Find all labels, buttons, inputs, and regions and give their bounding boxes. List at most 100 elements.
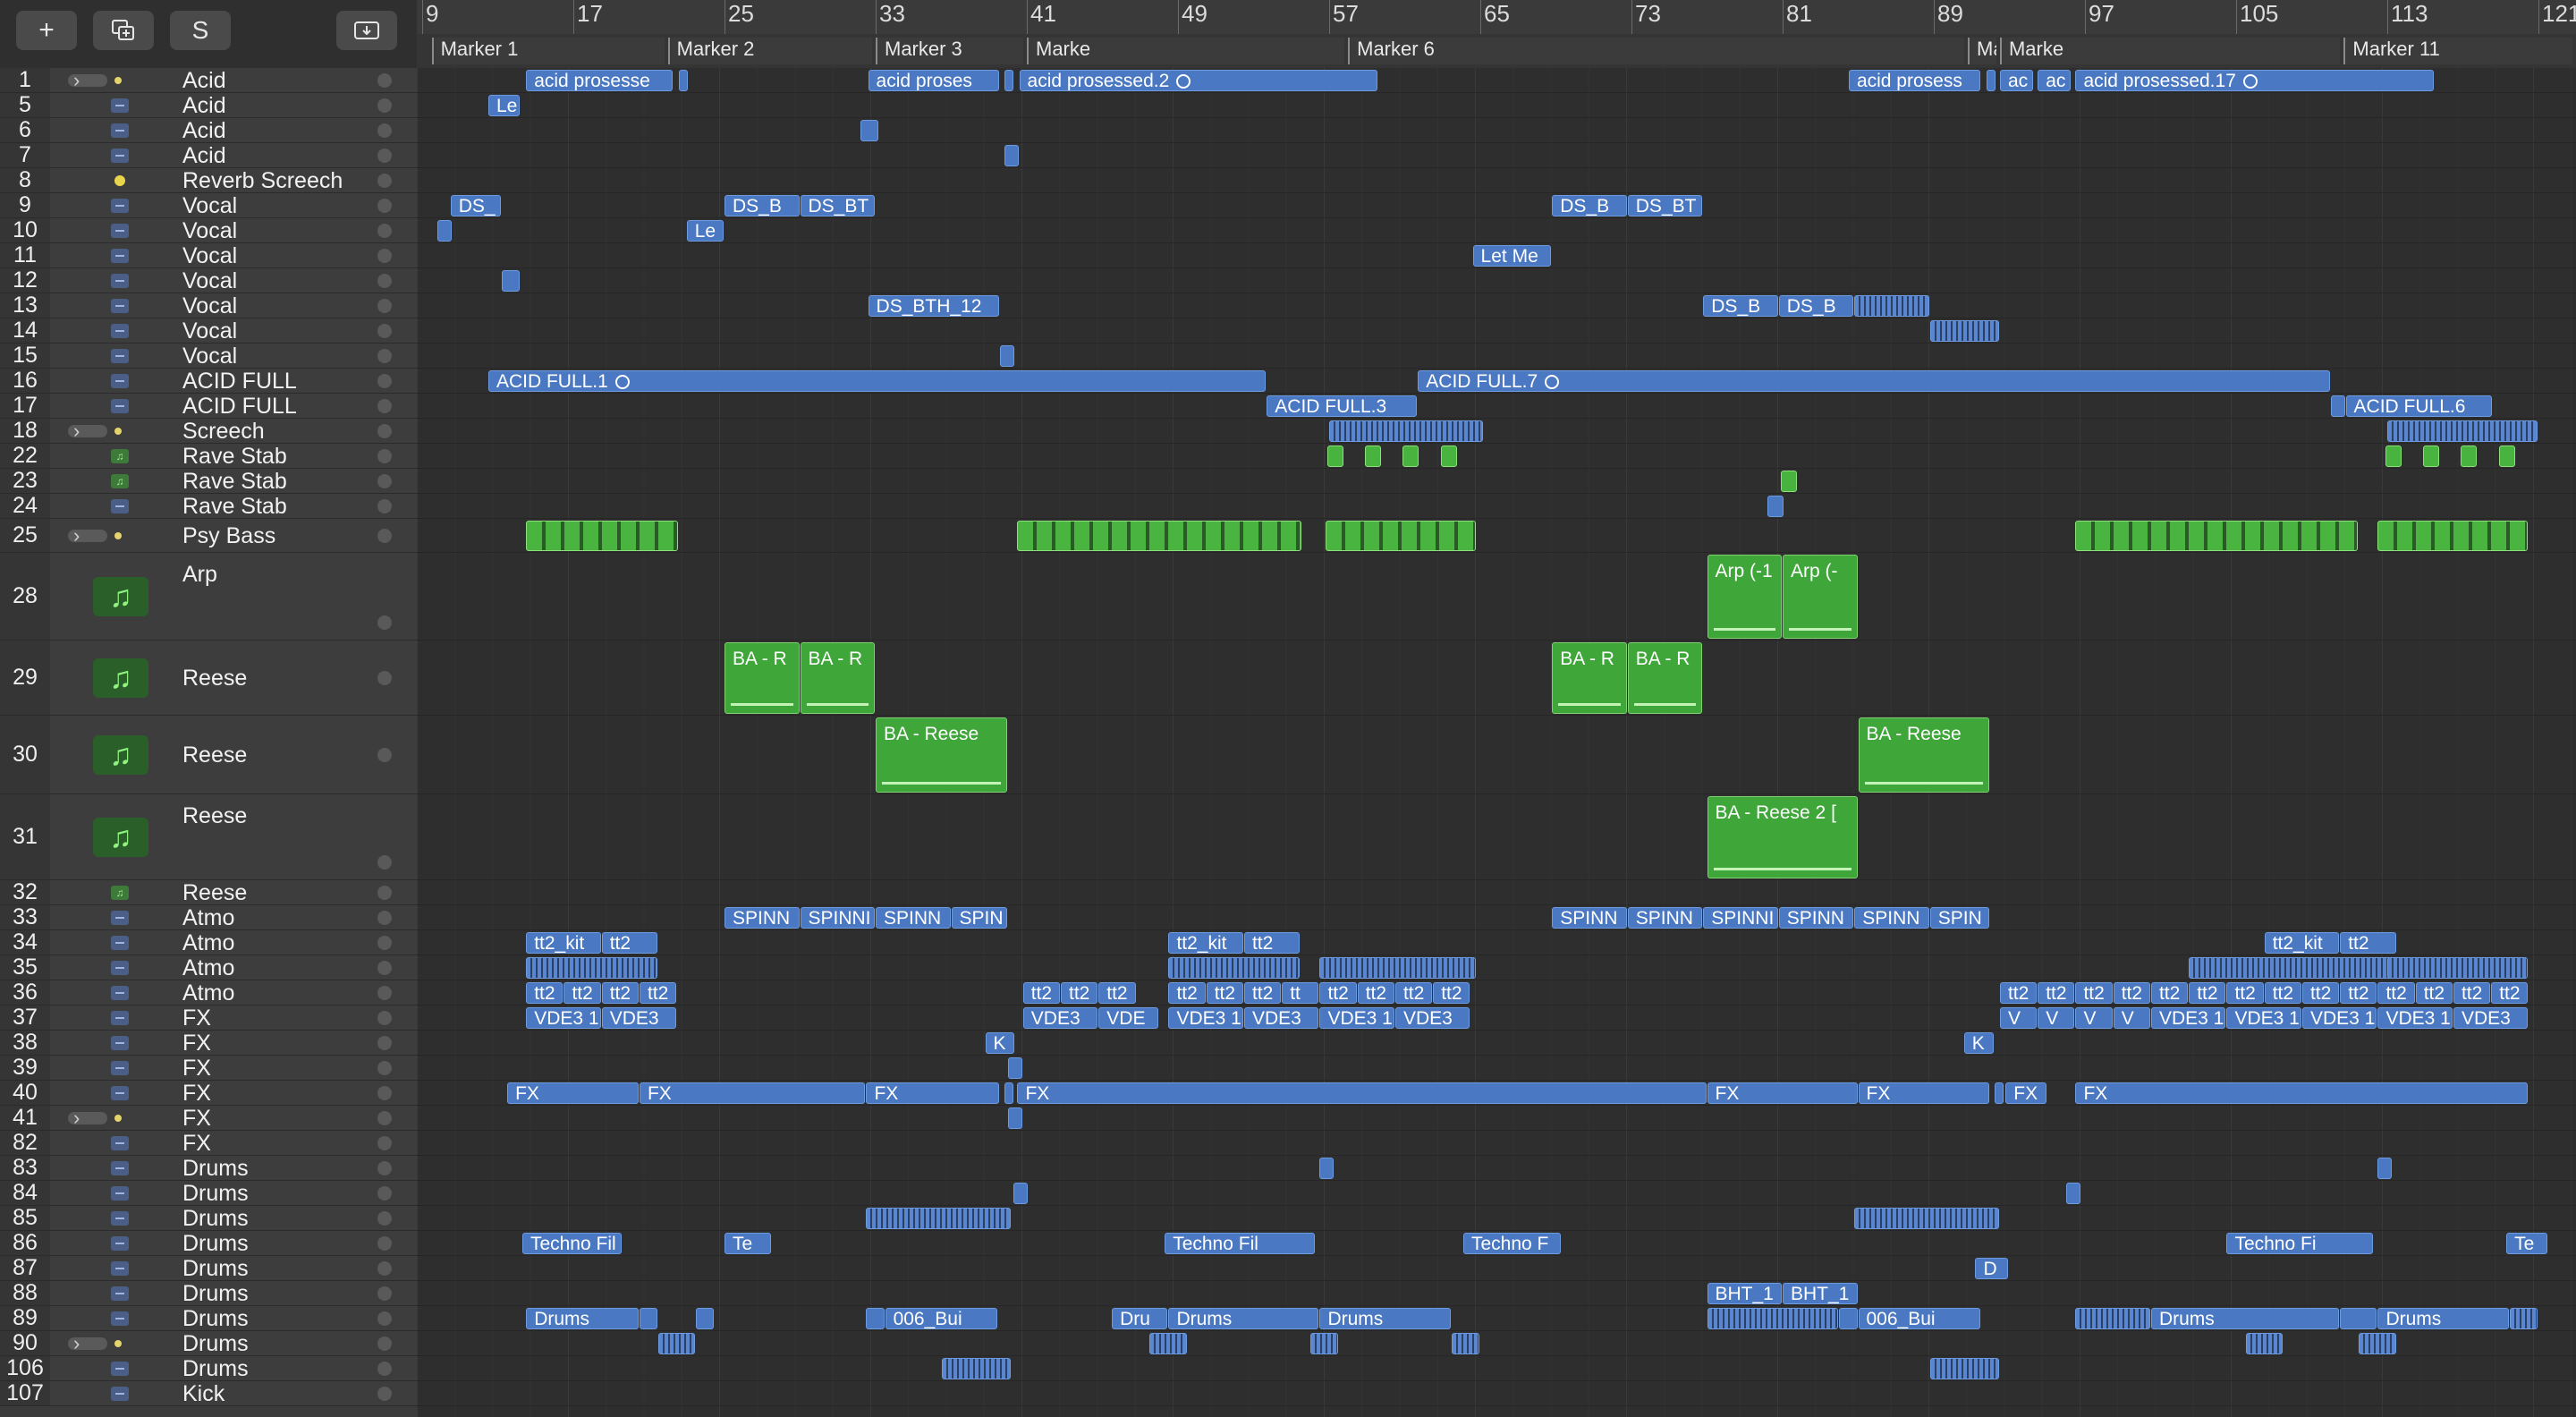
- audio-region[interactable]: acid prosessed.17: [2075, 70, 2434, 91]
- midi-region[interactable]: BA - Reese: [876, 717, 1007, 793]
- track-lane[interactable]: [417, 494, 2576, 519]
- track-lane[interactable]: [417, 794, 2576, 880]
- marker[interactable]: Marke: [1999, 38, 2341, 64]
- track-lane[interactable]: [417, 1131, 2576, 1156]
- audio-region[interactable]: Te: [2506, 1233, 2547, 1254]
- marker[interactable]: Marker 1: [431, 38, 665, 64]
- audio-region[interactable]: SPINN: [1552, 907, 1627, 929]
- midi-region[interactable]: [1440, 445, 1457, 467]
- audio-region[interactable]: ACID FULL.6: [2345, 395, 2493, 417]
- audio-region[interactable]: SPINN: [1854, 907, 1929, 929]
- audio-region[interactable]: SPINN: [876, 907, 951, 929]
- audio-region[interactable]: FX: [2005, 1082, 2046, 1104]
- midi-region[interactable]: [2423, 445, 2440, 467]
- record-enable-dot[interactable]: [377, 424, 392, 438]
- audio-region[interactable]: K: [1963, 1032, 1994, 1054]
- record-enable-dot[interactable]: [377, 1236, 392, 1251]
- audio-region[interactable]: tt2: [2264, 982, 2301, 1004]
- audio-region[interactable]: [1929, 1358, 1999, 1379]
- audio-region[interactable]: 006_Bui: [1858, 1308, 1980, 1329]
- track-lane[interactable]: [417, 93, 2576, 118]
- track-name[interactable]: Drums: [182, 1306, 249, 1332]
- audio-region[interactable]: K: [985, 1032, 1015, 1054]
- record-enable-dot[interactable]: [377, 911, 392, 925]
- audio-region[interactable]: VDE3 1: [2226, 1007, 2301, 1029]
- track-header-89[interactable]: 89 Drums: [0, 1305, 417, 1332]
- audio-region[interactable]: [2377, 1158, 2393, 1179]
- audio-region[interactable]: [866, 1208, 1012, 1229]
- track-header-15[interactable]: 15 Vocal: [0, 343, 417, 369]
- track-lane[interactable]: [417, 1206, 2576, 1231]
- track-name[interactable]: Kick: [182, 1381, 225, 1407]
- audio-region[interactable]: Le: [487, 95, 520, 116]
- audio-region[interactable]: [1987, 70, 1996, 91]
- track-name[interactable]: Drums: [182, 1281, 249, 1307]
- track-header-41[interactable]: 41 › FX: [0, 1105, 417, 1131]
- track-header-23[interactable]: 23 Rave Stab: [0, 468, 417, 495]
- audio-region[interactable]: FX: [866, 1082, 1000, 1104]
- record-enable-dot[interactable]: [377, 224, 392, 238]
- audio-region[interactable]: [1004, 1082, 1013, 1104]
- track-name[interactable]: Drums: [182, 1206, 249, 1232]
- audio-region[interactable]: acid prosesse: [526, 70, 673, 91]
- audio-region[interactable]: [1854, 1208, 1999, 1229]
- track-header-39[interactable]: 39 FX: [0, 1055, 417, 1081]
- audio-region[interactable]: tt2: [1168, 982, 1206, 1004]
- duplicate-track-button[interactable]: [93, 11, 154, 50]
- audio-region[interactable]: [679, 70, 689, 91]
- track-header-83[interactable]: 83 Drums: [0, 1155, 417, 1181]
- audio-region[interactable]: DS_B: [724, 195, 800, 216]
- audio-region[interactable]: SPINNI: [800, 907, 875, 929]
- track-name[interactable]: FX: [182, 1031, 211, 1056]
- record-enable-dot[interactable]: [377, 1186, 392, 1201]
- audio-region[interactable]: DS_B: [1552, 195, 1627, 216]
- audio-region[interactable]: VDE3: [1394, 1007, 1470, 1029]
- disclosure-triangle[interactable]: ›: [68, 69, 122, 91]
- marker[interactable]: Marke: [1027, 38, 1345, 64]
- bar-ruler[interactable]: 9 17 25 33 41 49 57 65 73 81 89 97 105 113 121: [417, 0, 2576, 35]
- audio-region[interactable]: SPINN: [1778, 907, 1854, 929]
- audio-region[interactable]: [2189, 957, 2396, 979]
- audio-region[interactable]: VDE3 1: [526, 1007, 601, 1029]
- audio-region[interactable]: tt2_kit: [1168, 932, 1243, 954]
- record-enable-dot[interactable]: [377, 1136, 392, 1150]
- audio-region[interactable]: tt2: [1394, 982, 1433, 1004]
- track-lane[interactable]: [417, 469, 2576, 494]
- audio-region[interactable]: tt2_kit: [2264, 932, 2340, 954]
- audio-region[interactable]: tt2: [2150, 982, 2189, 1004]
- record-enable-dot[interactable]: [377, 986, 392, 1000]
- audio-region[interactable]: VDE3: [1022, 1007, 1098, 1029]
- track-header-14[interactable]: 14 Vocal: [0, 318, 417, 344]
- audio-region[interactable]: tt2: [2113, 982, 2150, 1004]
- track-header-28[interactable]: 28 ♫ Arp: [0, 553, 417, 641]
- track-name[interactable]: Atmo: [182, 955, 234, 981]
- audio-region[interactable]: tt2: [526, 982, 564, 1004]
- track-lane[interactable]: [417, 268, 2576, 293]
- midi-region[interactable]: [1017, 521, 1302, 551]
- track-name[interactable]: Vocal: [182, 293, 237, 319]
- record-enable-dot[interactable]: [377, 324, 392, 338]
- record-enable-dot[interactable]: [377, 299, 392, 313]
- track-lane[interactable]: [417, 880, 2576, 905]
- midi-region[interactable]: BA - R: [800, 642, 875, 714]
- audio-region[interactable]: [2387, 420, 2538, 442]
- audio-region[interactable]: VDE: [1098, 1007, 1158, 1029]
- audio-region[interactable]: [1168, 957, 1301, 979]
- record-enable-dot[interactable]: [377, 1261, 392, 1276]
- track-lane[interactable]: [417, 293, 2576, 318]
- audio-region[interactable]: Techno Fil: [521, 1233, 622, 1254]
- track-name[interactable]: Atmo: [182, 905, 234, 931]
- audio-region[interactable]: Drums: [2150, 1308, 2340, 1329]
- audio-region[interactable]: tt2: [2415, 982, 2453, 1004]
- audio-region[interactable]: [941, 1358, 1012, 1379]
- record-enable-dot[interactable]: [377, 1086, 392, 1100]
- track-header-87[interactable]: 87 Drums: [0, 1255, 417, 1281]
- record-enable-dot[interactable]: [377, 199, 392, 213]
- track-name[interactable]: FX: [182, 1131, 211, 1157]
- audio-region[interactable]: [436, 220, 452, 242]
- track-name[interactable]: Rave Stab: [182, 469, 287, 495]
- track-name[interactable]: Atmo: [182, 980, 234, 1006]
- audio-region[interactable]: tt2: [2453, 982, 2491, 1004]
- track-name[interactable]: Acid: [182, 93, 226, 119]
- track-header-16[interactable]: 16 ACID FULL: [0, 368, 417, 394]
